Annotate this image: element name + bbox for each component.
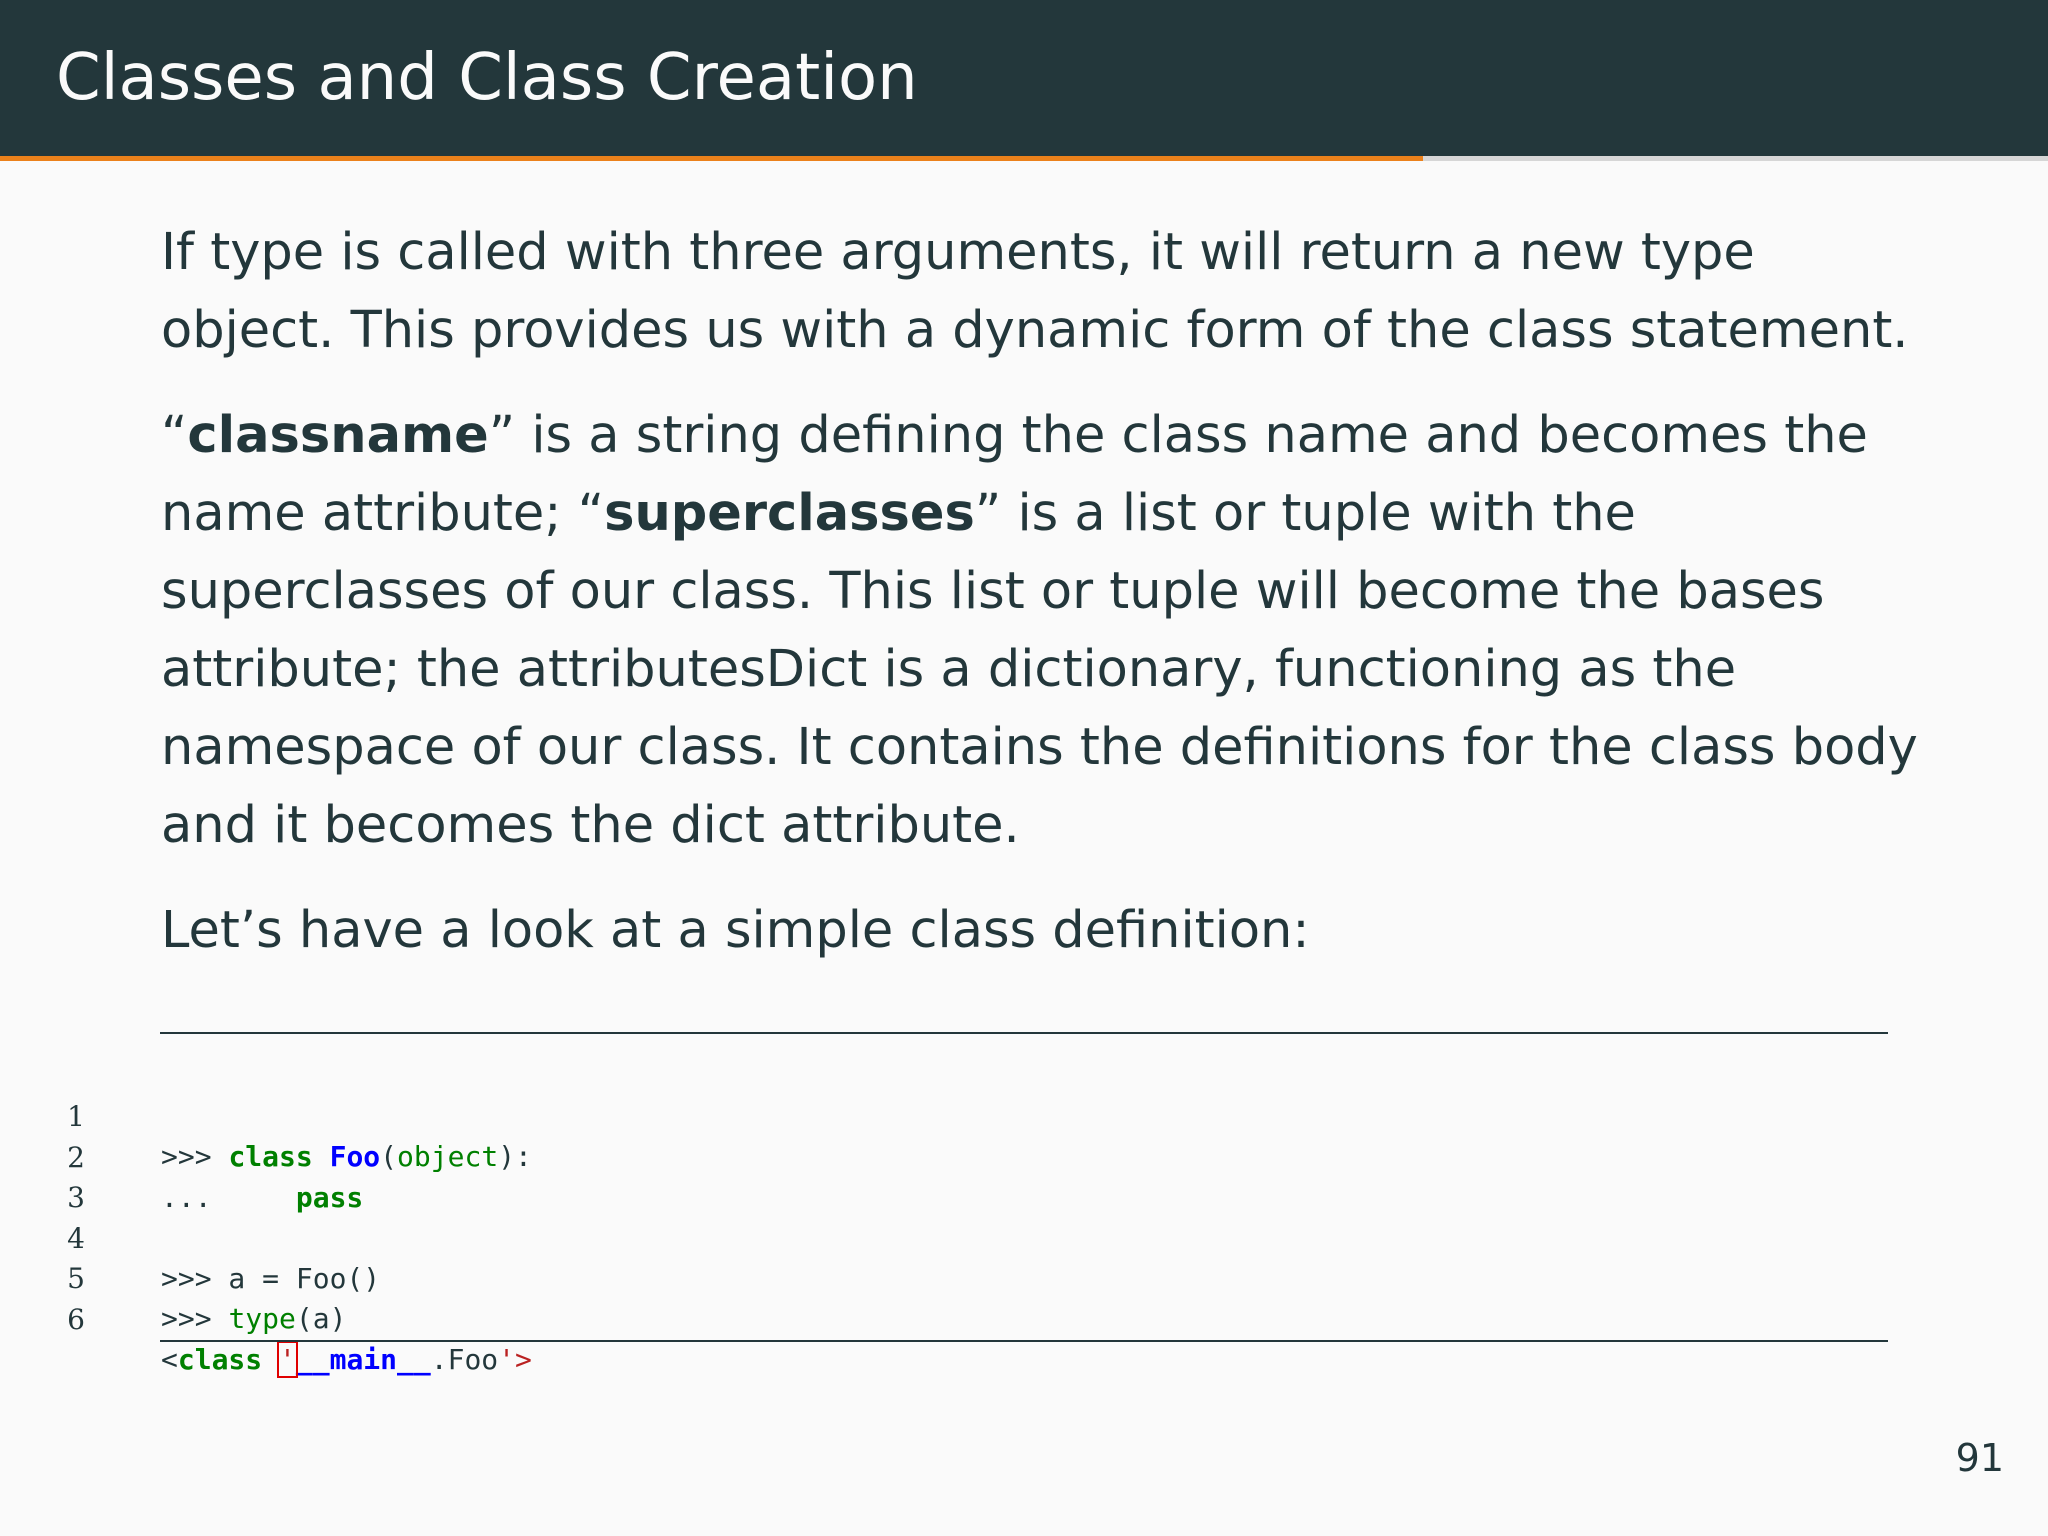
code-keyword: class [177,1342,263,1376]
code-module-name: __main__ [295,1342,431,1376]
code-line: 6 <class '__main__.Foo'> [0,1260,2048,1378]
slide-title: Classes and Class Creation [56,41,918,115]
code-punct: (a) [295,1302,347,1335]
paragraph-text: “ [161,406,188,465]
paragraph-classname-description: “classname” is a string defining the cla… [161,397,1921,865]
code-line: 4 >>> a = Foo() [0,1179,2048,1295]
code-prompt: >>> [161,1302,229,1335]
paragraph-type-three-args: If type is called with three arguments, … [161,223,1909,360]
paragraph-lets-look: Let’s have a look at a simple class defi… [161,901,1310,960]
progress-bar-fill [0,156,1424,161]
code-line: 5 >>> type(a) [0,1219,2048,1335]
code-builtin: type [228,1302,296,1335]
code-line: 3 [0,1138,2048,1214]
superclasses-term: superclasses [604,484,975,543]
classname-term: classname [187,406,489,465]
code-block: 1 >>> class Foo(object): 2 ... pass 3 4 … [0,1057,2048,1378]
page-number: 91 [1955,1436,2004,1480]
slide-header: Classes and Class Creation [0,0,2048,156]
code-text: <class '__main__.Foo'> [161,1340,532,1380]
code-punct: < [161,1342,178,1376]
code-block-bottom-rule [160,1340,1888,1342]
progress-bar [0,156,2048,161]
code-error-quote: ' [277,1340,298,1378]
line-number: 6 [67,1302,85,1336]
code-text: >>> type(a) [161,1299,346,1339]
code-attribute: .Foo [430,1342,499,1376]
code-line: 2 ... pass [0,1098,2048,1214]
code-block-top-rule [160,1032,1888,1034]
code-string-close: '> [498,1342,532,1376]
code-line: 1 >>> class Foo(object): [0,1057,2048,1173]
